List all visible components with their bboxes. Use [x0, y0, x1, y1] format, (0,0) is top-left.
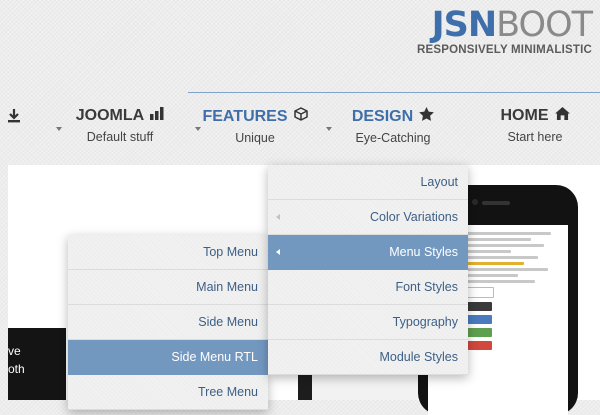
nav-item-design[interactable]: DESIGN Eye-Catching — [337, 107, 449, 145]
nav-subtitle-design: Eye-Catching — [355, 131, 431, 145]
menu-item-module-styles[interactable]: Module Styles — [268, 340, 468, 375]
menu-item-main-menu[interactable]: Main Menu — [68, 270, 268, 305]
menu-item-top-menu[interactable]: Top Menu — [68, 235, 268, 270]
dark-promo-panel: ve oth — [8, 328, 66, 400]
logo-boot: BOOT — [496, 5, 593, 45]
menu-item-color-variations[interactable]: Color Variations — [268, 200, 468, 235]
logo-wordmark: JSNBOOT — [417, 5, 593, 45]
nav-item-home[interactable]: HOME Start here — [480, 107, 590, 144]
menu-item-side-menu[interactable]: Side Menu — [68, 305, 268, 340]
nav-subtitle-features: Unique — [235, 131, 275, 145]
nav-title-design: DESIGN — [337, 107, 449, 126]
chevron-down-icon — [195, 127, 201, 131]
menu-item-menu-styles[interactable]: Menu Styles — [268, 235, 468, 270]
phone-camera — [472, 199, 478, 205]
nav-item-joomla[interactable]: JOOMLA Default stuff — [70, 107, 170, 144]
nav-subtitle-home: Start here — [507, 130, 563, 144]
chevron-down-icon — [326, 127, 332, 131]
menu-item-side-menu-rtl[interactable]: Side Menu RTL — [68, 340, 268, 375]
nav-title-features: FEATURES — [202, 107, 308, 126]
nav-title-joomla: JOOMLA — [70, 107, 170, 125]
phone-speaker — [482, 201, 510, 205]
logo-jsn: JSN — [431, 5, 498, 45]
chevron-left-icon — [276, 249, 280, 255]
dark-panel-text: oth — [8, 362, 25, 376]
dark-panel-text: ve — [8, 344, 21, 358]
nav-item-features[interactable]: FEATURES Unique — [202, 107, 308, 145]
submenu-menu-styles: Top Menu Main Menu Side Menu Side Menu R… — [68, 235, 268, 410]
menu-item-typography[interactable]: Typography — [268, 305, 468, 340]
nav-title-home: HOME — [480, 107, 590, 125]
menu-item-layout[interactable]: Layout — [268, 165, 468, 200]
nav-subtitle-joomla: Default stuff — [86, 130, 154, 144]
download-icon[interactable] — [8, 109, 20, 128]
logo-tagline: RESPONSIVELY MINIMALISTIC — [417, 44, 592, 56]
chevron-down-icon — [56, 127, 62, 131]
site-logo[interactable]: JSNBOOT RESPONSIVELY MINIMALISTIC — [417, 5, 593, 56]
cube-icon — [293, 107, 308, 126]
home-icon — [554, 107, 570, 125]
menu-item-font-styles[interactable]: Font Styles — [268, 270, 468, 305]
chevron-left-icon — [276, 214, 280, 220]
nav-divider — [188, 92, 600, 93]
bar-chart-icon — [150, 107, 164, 125]
menu-item-tree-menu[interactable]: Tree Menu — [68, 375, 268, 410]
dropdown-design: Layout Color Variations Menu Styles Font… — [268, 165, 468, 375]
star-icon — [419, 107, 434, 126]
